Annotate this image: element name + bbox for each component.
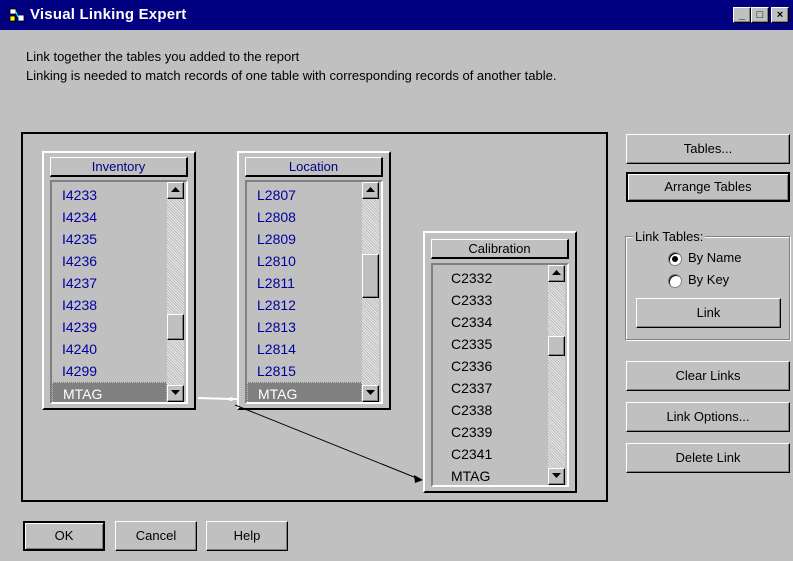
cancel-button[interactable]: Cancel [115, 521, 197, 551]
link-button-label: Link [696, 305, 721, 320]
radio-by-key[interactable] [668, 274, 682, 288]
link-lines [197, 397, 423, 483]
clear-links-button[interactable]: Clear Links [626, 361, 790, 391]
window-title: Visual Linking Expert [30, 6, 187, 23]
close-button[interactable]: × [771, 7, 789, 23]
close-icon: × [776, 9, 784, 21]
help-label: Help [233, 528, 261, 543]
clear-links-label: Clear Links [675, 368, 741, 383]
link-tables-label: Link Tables: [633, 229, 706, 244]
arrange-tables-button[interactable]: Arrange Tables [626, 172, 790, 202]
table-canvas[interactable]: Inventory I4233 I4234 I4235 I4236 I4237 I4238… [21, 132, 608, 502]
description-line-2: Linking is needed to match records of on… [26, 68, 557, 83]
delete-link-label: Delete Link [675, 450, 741, 465]
title-bar[interactable]: Visual Linking Expert _ □ × [0, 0, 793, 30]
link-button[interactable]: Link [636, 298, 781, 328]
maximize-button[interactable]: □ [751, 7, 769, 23]
minimize-icon: _ [738, 9, 746, 21]
cancel-label: Cancel [135, 528, 177, 543]
ok-label: OK [54, 528, 74, 543]
radio-by-name-label[interactable]: By Name [688, 250, 741, 265]
link-location-calibration[interactable] [234, 404, 423, 483]
description-line-1: Link together the tables you added to th… [26, 49, 300, 64]
delete-link-button[interactable]: Delete Link [626, 443, 790, 473]
tables-button-label: Tables... [683, 141, 733, 156]
app-icon [9, 8, 25, 22]
link-options-button[interactable]: Link Options... [626, 402, 790, 432]
tables-button[interactable]: Tables... [626, 134, 790, 164]
radio-by-key-label[interactable]: By Key [688, 272, 729, 287]
radio-by-name[interactable] [668, 252, 682, 266]
help-button[interactable]: Help [206, 521, 288, 551]
ok-button[interactable]: OK [23, 521, 105, 551]
minimize-button[interactable]: _ [733, 7, 751, 23]
arrange-tables-label: Arrange Tables [664, 179, 752, 194]
radio-selected-dot [672, 256, 678, 262]
maximize-icon: □ [756, 9, 764, 21]
link-inventory-location[interactable] [197, 397, 239, 401]
link-options-label: Link Options... [666, 409, 750, 424]
